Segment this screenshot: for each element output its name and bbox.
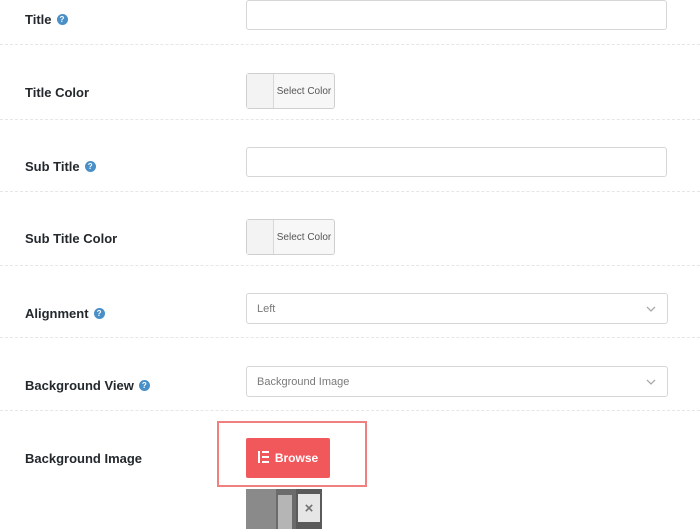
sub-title-color-row	[0, 191, 700, 266]
title-input[interactable]	[246, 0, 667, 30]
title-label: Title ?	[25, 12, 68, 27]
sub-title-label-text: Sub Title	[25, 159, 80, 174]
title-color-label: Title Color	[25, 85, 89, 100]
question-circle-icon[interactable]: ?	[138, 380, 150, 391]
question-circle-icon[interactable]: ?	[84, 161, 96, 172]
background-image-label: Background Image	[25, 451, 142, 466]
browse-button[interactable]: Browse	[246, 438, 330, 478]
title-color-row	[0, 44, 700, 120]
close-icon[interactable]: ×	[298, 494, 320, 522]
alignment-label-text: Alignment	[25, 306, 89, 321]
elementor-icon	[257, 450, 269, 466]
select-color-label: Select Color	[276, 85, 332, 97]
sub-title-color-picker-button[interactable]: Select Color	[246, 219, 335, 255]
alignment-label: Alignment ?	[25, 306, 105, 321]
browse-button-label: Browse	[274, 451, 319, 465]
question-circle-icon[interactable]: ?	[56, 14, 68, 25]
background-view-label: Background View ?	[25, 378, 150, 393]
title-label-text: Title	[25, 12, 52, 27]
background-view-label-text: Background View	[25, 378, 134, 393]
title-color-label-text: Title Color	[25, 85, 90, 100]
alignment-selected-value: Left	[257, 302, 276, 315]
chevron-down-icon	[645, 303, 657, 315]
chevron-down-icon	[645, 376, 657, 388]
sub-title-color-label: Sub Title Color	[25, 231, 117, 246]
sub-title-color-label-text: Sub Title Color	[25, 231, 118, 246]
color-swatch	[247, 74, 274, 108]
title-color-picker-button[interactable]: Select Color	[246, 73, 335, 109]
sub-title-input[interactable]	[246, 147, 667, 177]
question-circle-icon[interactable]: ?	[93, 308, 105, 319]
sub-title-label: Sub Title ?	[25, 159, 96, 174]
background-view-selected-value: Background Image	[257, 375, 350, 388]
alignment-select[interactable]: Left	[246, 293, 668, 324]
color-swatch	[247, 220, 274, 254]
background-view-select[interactable]: Background Image	[246, 366, 668, 397]
select-color-label: Select Color	[276, 231, 332, 243]
background-image-label-text: Background Image	[25, 451, 143, 466]
